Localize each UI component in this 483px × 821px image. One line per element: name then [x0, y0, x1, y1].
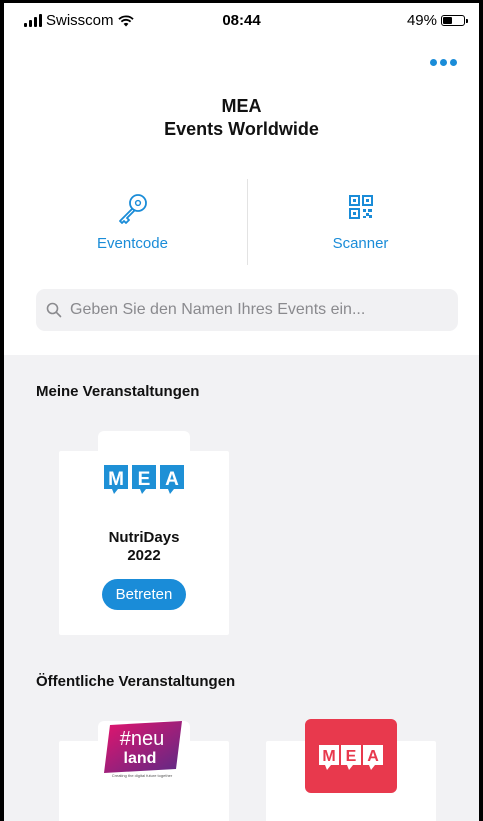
- battery-percent: 49%: [406, 12, 437, 29]
- mea-logo-icon: M E A: [104, 465, 184, 494]
- eventcode-label: Eventcode: [97, 235, 168, 252]
- svg-text:A: A: [367, 748, 379, 765]
- svg-text:Creating the digital future to: Creating the digital future together: [112, 773, 173, 778]
- page-title: MEA Events Worldwide: [4, 95, 479, 141]
- neuland-logo-icon: #neu land Creating the digital future to…: [104, 721, 182, 778]
- events-area: Meine Veranstaltungen M E A NutriDays 20…: [4, 355, 479, 821]
- svg-text:M: M: [322, 748, 335, 765]
- event-name: NutriDays 2022: [108, 529, 180, 564]
- search-input[interactable]: [68, 300, 452, 320]
- search-icon: [46, 302, 62, 318]
- svg-text:M: M: [108, 469, 124, 490]
- scanner-label: Scanner: [332, 235, 389, 252]
- scanner-button[interactable]: Scanner: [242, 179, 479, 269]
- battery-group: 49%: [406, 12, 468, 29]
- event-card-nutridays[interactable]: M E A NutriDays 2022 Betreten: [59, 451, 229, 635]
- more-dots-icon: [430, 59, 437, 66]
- enter-event-button[interactable]: Betreten: [101, 579, 187, 610]
- svg-text:A: A: [165, 469, 179, 490]
- event-card-neuland[interactable]: #neu land Creating the digital future to…: [59, 721, 229, 821]
- event-card-mea[interactable]: M E A: [266, 719, 436, 821]
- svg-text:land: land: [124, 750, 157, 767]
- public-events-title: Öffentliche Veranstaltungen: [36, 673, 236, 690]
- search-bar[interactable]: [36, 289, 458, 331]
- battery-icon: [441, 15, 468, 26]
- app-subtitle: Events Worldwide: [164, 119, 319, 139]
- app-name: MEA: [221, 96, 262, 116]
- key-icon: [118, 194, 147, 224]
- actions-divider: [247, 179, 248, 265]
- svg-text:E: E: [346, 748, 357, 765]
- status-bar: Swisscom 08:44 49%: [4, 3, 479, 37]
- qr-code-icon: [348, 195, 373, 219]
- eventcode-button[interactable]: Eventcode: [14, 179, 251, 269]
- app-screen: Swisscom 08:44 49% MEA Events Worldwide: [4, 3, 479, 821]
- quick-actions: Eventcode Scanner: [4, 179, 479, 269]
- svg-text:E: E: [138, 469, 151, 490]
- my-events-title: Meine Veranstaltungen: [36, 383, 200, 400]
- more-options-button[interactable]: [430, 59, 457, 66]
- mea-red-logo-icon: M E A: [305, 719, 397, 793]
- svg-text:#neu: #neu: [120, 728, 165, 750]
